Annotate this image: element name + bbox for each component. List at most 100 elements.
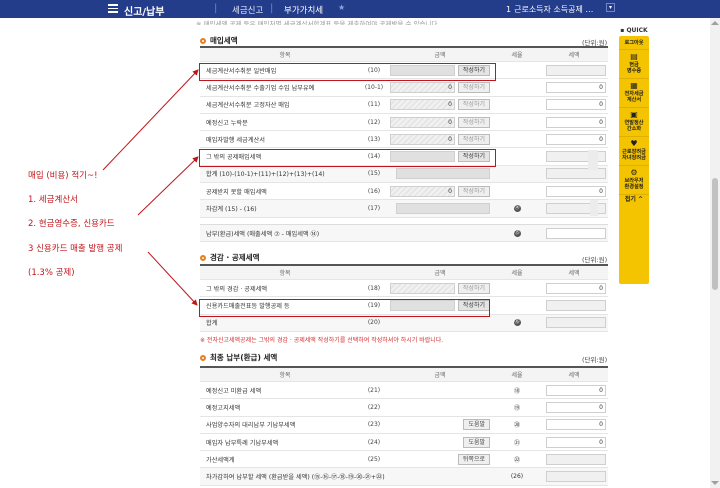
tax-field[interactable]: 0 bbox=[546, 384, 606, 396]
help-button[interactable]: 뒤쪽으로 bbox=[457, 453, 490, 465]
tax-field[interactable] bbox=[546, 299, 606, 311]
tax-field[interactable]: 0 bbox=[546, 282, 606, 294]
write-button[interactable]: 작성하기 bbox=[457, 116, 490, 128]
scroll-up-arrow-icon[interactable] bbox=[711, 21, 719, 25]
arrow-to-other-deduction bbox=[137, 156, 199, 216]
highlight-box-card-deduction bbox=[199, 299, 490, 317]
amount-field[interactable] bbox=[396, 168, 490, 180]
row-label: 차가감하여 납부할 세액 (환급받을 세액) (⑮-⑯-⑰-⑱-⑲-⑳-㉑+㉒) bbox=[206, 474, 385, 482]
amount-field[interactable]: 0 bbox=[390, 185, 455, 197]
tax-field[interactable] bbox=[546, 453, 606, 465]
masked-value bbox=[590, 200, 598, 216]
write-button[interactable]: 작성하기 bbox=[457, 99, 490, 111]
rate-marker: ⑯ bbox=[513, 319, 521, 327]
tax-field[interactable] bbox=[546, 471, 606, 483]
nav-breadcrumb-tax-report[interactable]: 세금신고 bbox=[232, 4, 263, 16]
tax-field[interactable]: 0 bbox=[546, 81, 606, 93]
tax-field[interactable] bbox=[546, 64, 606, 76]
arrow-to-tax-invoice bbox=[102, 69, 199, 171]
quick-item-label: 연말정산 간소화 bbox=[624, 120, 644, 132]
amount-cell: 도움말 bbox=[390, 417, 490, 433]
row-code: (13) bbox=[367, 135, 381, 143]
nav-separator: | bbox=[270, 3, 274, 14]
payable-tax-field[interactable] bbox=[546, 227, 606, 239]
write-button[interactable]: 작성하기 bbox=[457, 81, 490, 93]
row-label: 가산세액계 bbox=[206, 456, 235, 464]
quick-item-label: 전자세금 계산서 bbox=[624, 91, 644, 103]
nav-main-title[interactable]: 신고/납부 bbox=[124, 3, 164, 18]
quick-item[interactable]: ▦ 전자세금 계산서 bbox=[619, 79, 649, 108]
tax-field[interactable]: 0 bbox=[546, 99, 606, 111]
scroll-down-arrow-icon[interactable] bbox=[711, 481, 719, 485]
rate-cell: ㉒ bbox=[492, 451, 542, 467]
tax-field[interactable]: 0 bbox=[546, 116, 606, 128]
tax-field[interactable]: 0 bbox=[546, 185, 606, 197]
vertical-scrollbar[interactable] bbox=[710, 18, 720, 488]
help-button[interactable]: 도움말 bbox=[463, 419, 490, 431]
menu-icon[interactable] bbox=[108, 4, 118, 13]
write-button[interactable]: 작성하기 bbox=[457, 133, 490, 145]
masked-value bbox=[588, 150, 598, 170]
benefit-icon: ♥ bbox=[630, 139, 638, 148]
scroll-thumb[interactable] bbox=[712, 178, 718, 290]
table-header: 항목 금액 세율 세액 bbox=[200, 48, 608, 62]
payable-marker: ⑮ bbox=[513, 229, 521, 237]
row-label: 세금계산서수취분 수출기업 수입 납부유예 bbox=[206, 84, 315, 92]
amount-cell: 0 작성하기 bbox=[390, 97, 490, 113]
quick-item[interactable]: 로그아웃 bbox=[619, 36, 649, 50]
header-item: 항목 bbox=[279, 372, 291, 379]
tax-field[interactable]: 0 bbox=[546, 133, 606, 145]
amount-field[interactable]: 0 bbox=[390, 116, 455, 128]
section-title-purchase: 매입세액 bbox=[200, 35, 238, 46]
nav-right-link[interactable]: 1 근로소득자 소득공제 … bbox=[506, 4, 593, 15]
tax-field[interactable] bbox=[546, 317, 606, 329]
quick-menu: ▪ QUICK 로그아웃 ▤ 현금 영수증 ▦ 전자세금 계산서 ▣ 연말정산 간소화 ♥ 근로… bbox=[619, 26, 649, 284]
row-code: (12) bbox=[367, 118, 381, 126]
payable-tax-cell bbox=[542, 225, 606, 241]
amount-field[interactable]: 0 bbox=[390, 81, 455, 93]
reduction-tax-table: 항목 금액 세율 세액 그 밖의 경감 · 공제세액 (18) 작성하기 0 신용카드매… bbox=[200, 264, 608, 332]
quick-item[interactable]: ▣ 연말정산 간소화 bbox=[619, 108, 649, 137]
table-row: 공제받지 못할 매입세액 (16) 0 작성하기 0 bbox=[200, 183, 608, 201]
quick-item-label: 근로장려금 자녀장려금 bbox=[622, 149, 646, 161]
rate-marker: ⑱ bbox=[513, 387, 520, 395]
annotation-item-2: 2. 현금영수증, 신용카드 bbox=[28, 219, 115, 229]
unit-label: (단위:원) bbox=[582, 256, 608, 264]
amount-cell: 뒤쪽으로 bbox=[390, 451, 490, 467]
help-button[interactable]: 도움말 bbox=[463, 436, 490, 448]
section-title-final: 최종 납부(환급) 세액 bbox=[200, 352, 277, 363]
amount-field[interactable] bbox=[396, 203, 490, 215]
row-code: (11) bbox=[367, 101, 381, 109]
rate-cell: ㉑ bbox=[492, 434, 542, 450]
amount-field[interactable] bbox=[390, 282, 455, 294]
quick-item[interactable]: ⚙ 브라우저 환경설정 bbox=[619, 166, 649, 195]
write-button[interactable]: 작성하기 bbox=[457, 282, 490, 294]
e-filing-note: ※ 전자신고세액공제는 그밖의 경감 · 공제세액 작성하기를 선택하여 작성하… bbox=[200, 337, 444, 344]
tax-cell bbox=[542, 297, 606, 313]
amount-field[interactable]: 0 bbox=[390, 99, 455, 111]
rate-cell bbox=[492, 97, 542, 113]
tax-field[interactable]: 0 bbox=[546, 419, 606, 431]
favorite-star-icon[interactable]: ★ bbox=[338, 3, 345, 12]
row-code: (21) bbox=[367, 386, 381, 394]
invoice-icon: ▦ bbox=[630, 81, 638, 90]
write-button[interactable]: 작성하기 bbox=[457, 185, 490, 197]
nav-breadcrumb-vat[interactable]: 부가가치세 bbox=[284, 4, 323, 16]
quick-item[interactable]: ▤ 현금 영수증 bbox=[619, 50, 649, 79]
tax-field[interactable]: 0 bbox=[546, 436, 606, 448]
row-label: 합계 (10)-(10-1)+(11)+(12)+(13)+(14) bbox=[206, 171, 325, 179]
quick-item-label: 브라우저 환경설정 bbox=[624, 178, 644, 190]
table-row: 예정신고 미환급 세액 (21) ⑱ 0 bbox=[200, 382, 608, 400]
rate-marker: (26) bbox=[510, 473, 524, 481]
amount-field[interactable]: 0 bbox=[390, 133, 455, 145]
annotation-purchase: 매입 (비용) 적기~! bbox=[28, 171, 98, 181]
amount-cell: 0 작성하기 bbox=[390, 183, 490, 199]
tax-cell bbox=[542, 468, 606, 484]
nav-dropdown-caret-icon[interactable]: ▾ bbox=[606, 3, 615, 12]
tax-field[interactable] bbox=[546, 168, 606, 180]
quick-item[interactable]: ♥ 근로장려금 자녀장려금 bbox=[619, 137, 649, 166]
quick-fold-button[interactable]: 접기 ^ bbox=[619, 195, 649, 205]
tax-field[interactable]: 0 bbox=[546, 401, 606, 413]
receipt-icon: ▤ bbox=[630, 52, 638, 61]
table-row: 그 밖의 경감 · 공제세액 (18) 작성하기 0 bbox=[200, 280, 608, 298]
